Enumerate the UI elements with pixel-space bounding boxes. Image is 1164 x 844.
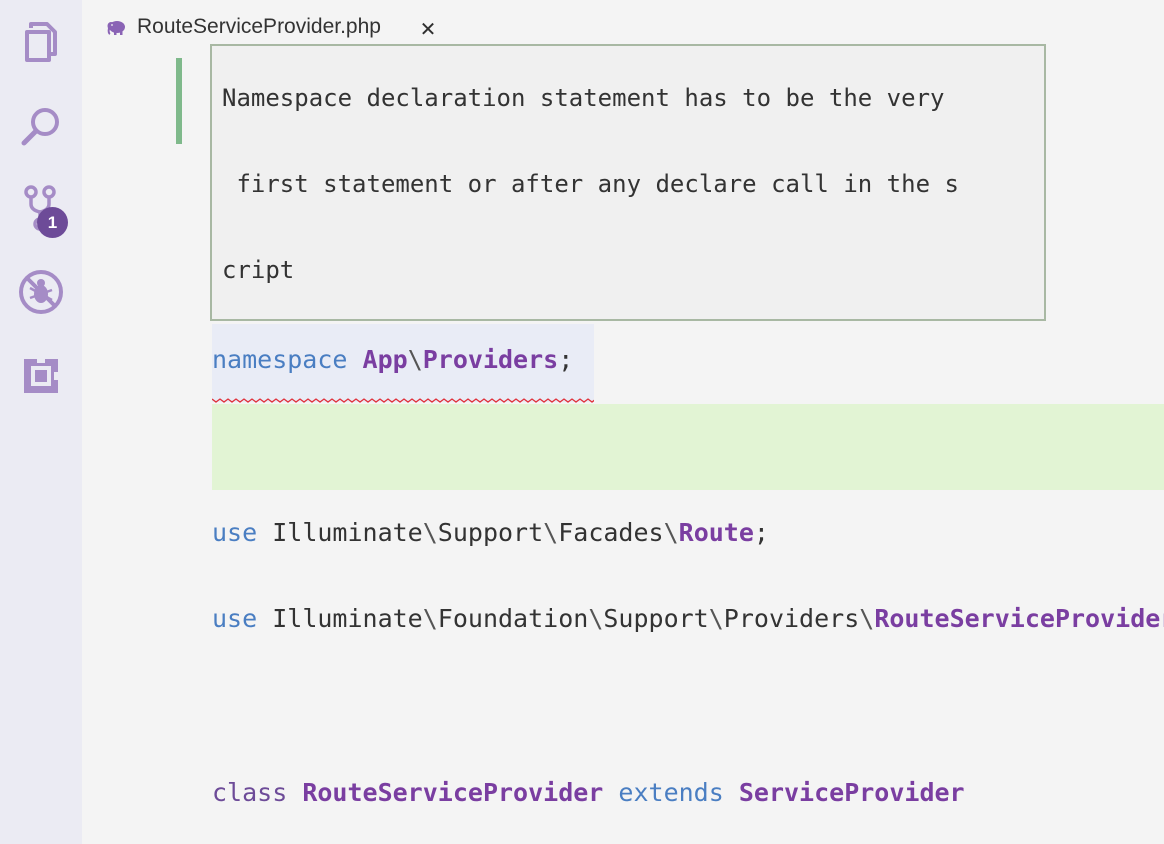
separator: \ (407, 345, 423, 374)
gutter-change-marker (176, 58, 182, 144)
class-name: Route (678, 518, 754, 547)
path-segment: Illuminate (272, 518, 423, 547)
separator: \ (422, 518, 438, 547)
code-line-use-route: use Illuminate\Support\Facades\Route; (212, 513, 769, 553)
extensions-button[interactable] (17, 352, 65, 400)
no-bug-icon (19, 270, 63, 314)
keyword: namespace (212, 345, 348, 374)
parent-class-name: ServiceProvider (738, 778, 965, 807)
hover-message-line: cript (222, 256, 295, 284)
semicolon: ; (558, 345, 574, 374)
extensions-icon (24, 359, 58, 393)
separator: \ (588, 604, 604, 633)
source-control-badge: 1 (37, 207, 68, 238)
separator: \ (422, 604, 438, 633)
error-squiggle (212, 398, 594, 403)
separator: \ (663, 518, 679, 547)
class-name: RouteServiceProvider (874, 604, 1164, 633)
namespace-segment: Providers (422, 345, 559, 374)
path-segment: Foundation (437, 604, 589, 633)
debug-button[interactable] (17, 268, 65, 316)
keyword: class (212, 778, 288, 807)
path-segment: Illuminate (272, 604, 423, 633)
path-segment: Support (437, 518, 544, 547)
semicolon: ; (753, 518, 769, 547)
tab-label: RouteServiceProvider.php (137, 15, 381, 38)
code-line-namespace: namespace App\Providers; (212, 340, 573, 380)
path-segment: Support (603, 604, 709, 633)
hover-message-line: first statement or after any declare cal… (222, 170, 959, 198)
path-segment: Facades (558, 518, 664, 547)
hover-message-line: Namespace declaration statement has to b… (222, 84, 945, 112)
close-icon[interactable]: ✕ (416, 14, 440, 44)
search-icon (21, 108, 59, 146)
path-segment: Providers (723, 604, 860, 633)
code-line-use-provider: use Illuminate\Foundation\Support\Provid… (212, 599, 1164, 639)
code-line-class-declaration: class RouteServiceProvider extends Servi… (212, 773, 965, 813)
separator: \ (543, 518, 559, 547)
namespace-segment: App (362, 345, 408, 374)
keyword: use (212, 518, 258, 547)
files-icon (25, 22, 57, 62)
keyword: extends (618, 778, 724, 807)
search-button[interactable] (17, 102, 65, 150)
separator: \ (708, 604, 724, 633)
keyword: use (212, 604, 258, 633)
error-hover-tooltip: Namespace declaration statement has to b… (210, 44, 1046, 321)
separator: \ (859, 604, 875, 633)
activity-bar: 1 (0, 0, 82, 844)
explorer-button[interactable] (17, 18, 65, 66)
class-name: RouteServiceProvider (302, 778, 604, 807)
php-elephant-icon (107, 21, 125, 35)
added-blank-line (212, 404, 1164, 490)
